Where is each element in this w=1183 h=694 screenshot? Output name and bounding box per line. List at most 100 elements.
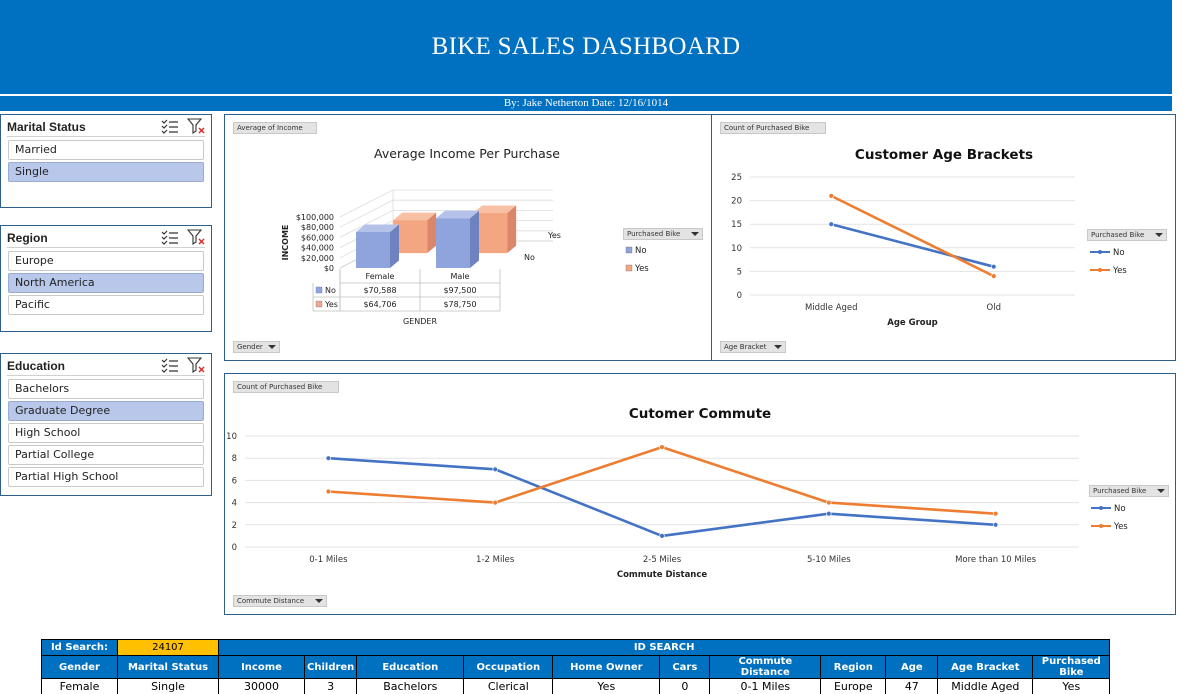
dashboard-header: BIKE SALES DASHBOARD bbox=[0, 0, 1172, 94]
legend-label-yes: Yes bbox=[1112, 266, 1127, 276]
cell-gender: Female bbox=[41, 678, 118, 694]
chart-title: Customer Age Brackets bbox=[855, 147, 1033, 163]
multi-select-icon[interactable] bbox=[161, 357, 179, 378]
x-tick-label: 0-1 Miles bbox=[309, 555, 348, 565]
y-tick-label: 20 bbox=[731, 197, 742, 207]
cell-commute-distance: 0-1 Miles bbox=[709, 678, 822, 694]
column-header-home-owner: Home Owner bbox=[552, 655, 661, 679]
column-header-income: Income bbox=[218, 655, 305, 679]
income-bar-chart: Average Income Per Purchase $0$20,000$40… bbox=[281, 146, 649, 326]
category-label: Male bbox=[451, 272, 470, 281]
y-tick-label: 2 bbox=[232, 521, 237, 531]
table-row: Female Single 30000 3 Bachelors Clerical Yes 0 0… bbox=[41, 678, 1111, 694]
clear-filter-icon[interactable] bbox=[186, 229, 205, 250]
slicer-item-graduate-degree[interactable]: Graduate Degree bbox=[8, 401, 204, 421]
column-header-age-bracket: Age Bracket bbox=[937, 655, 1034, 679]
cell-home-owner: Yes bbox=[552, 678, 661, 694]
data-label: $78,750 bbox=[443, 300, 476, 309]
x-axis-label: GENDER bbox=[403, 317, 437, 326]
byline: By: Jake Netherton Date: 12/16/1014 bbox=[0, 96, 1172, 111]
x-tick-label: 5-10 Miles bbox=[807, 555, 851, 565]
data-label: $97,500 bbox=[443, 286, 476, 295]
slicer-marital-status: Marital Status Married Single bbox=[0, 114, 212, 208]
y-tick-label: 8 bbox=[232, 454, 237, 464]
id-search-input[interactable]: 24107 bbox=[117, 639, 219, 656]
y-tick-label: 10 bbox=[731, 244, 742, 254]
cell-occupation: Clerical bbox=[463, 678, 554, 694]
slicer-item-high-school[interactable]: High School bbox=[8, 423, 204, 443]
legend-marker bbox=[1098, 268, 1102, 272]
y-tick-label: 0 bbox=[737, 291, 742, 301]
commute-chart-panel: Count of Purchased Bike Commute Distance… bbox=[224, 373, 1176, 615]
column-header-commute-distance: Commute Distance bbox=[709, 655, 822, 679]
slicer-item-europe[interactable]: Europe bbox=[8, 251, 204, 271]
slicer-item-north-america[interactable]: North America bbox=[8, 273, 204, 293]
slicer-item-partial-college[interactable]: Partial College bbox=[8, 445, 204, 465]
y-tick-label: $20,000 bbox=[301, 254, 334, 263]
dashboard-title: BIKE SALES DASHBOARD bbox=[431, 33, 741, 60]
multi-select-icon[interactable] bbox=[161, 118, 179, 139]
clear-filter-icon[interactable] bbox=[186, 118, 205, 139]
data-point bbox=[659, 533, 665, 539]
id-columns-row: Gender Marital Status Income Children Educat… bbox=[41, 655, 1111, 679]
column-header-purchased-bike: Purchased Bike bbox=[1032, 655, 1111, 679]
column-header-marital-status: Marital Status bbox=[117, 655, 219, 679]
legend-label-no: No bbox=[635, 246, 647, 256]
x-tick-label: Middle Aged bbox=[805, 303, 858, 313]
column-header-cars: Cars bbox=[659, 655, 711, 679]
bar-side bbox=[507, 205, 517, 254]
cell-cars: 0 bbox=[659, 678, 711, 694]
data-point bbox=[659, 444, 665, 450]
y-tick-label: 0 bbox=[232, 543, 237, 553]
data-point bbox=[826, 499, 832, 506]
y-tick-label: 5 bbox=[737, 267, 742, 277]
column-header-education: Education bbox=[356, 655, 465, 679]
clear-filter-icon[interactable] bbox=[186, 357, 205, 378]
data-point bbox=[828, 193, 834, 199]
legend-label-no: No bbox=[1114, 504, 1126, 514]
bar-side bbox=[390, 224, 399, 268]
column-header-gender: Gender bbox=[41, 655, 118, 679]
legend-label-yes: Yes bbox=[634, 264, 649, 274]
x-tick-label: More than 10 Miles bbox=[955, 555, 1037, 565]
slicer-items: Europe North America Pacific bbox=[1, 248, 211, 315]
legend-label-no: No bbox=[1113, 248, 1125, 258]
table-series-label: No bbox=[325, 286, 336, 295]
slicer-title: Education bbox=[7, 359, 66, 373]
slicer-education: Education Bachelors Graduate Degree High S… bbox=[0, 353, 212, 496]
chart-title: Cutomer Commute bbox=[629, 406, 771, 422]
table-legend-key bbox=[315, 300, 323, 308]
column-header-occupation: Occupation bbox=[463, 655, 554, 679]
cell-region: Europe bbox=[820, 678, 887, 694]
cell-purchased-bike: Yes bbox=[1032, 678, 1111, 694]
table-legend-key bbox=[315, 286, 323, 294]
slicer-item-bachelors[interactable]: Bachelors bbox=[8, 379, 204, 399]
slicer-header: Education bbox=[7, 354, 205, 376]
multi-select-icon[interactable] bbox=[161, 229, 179, 250]
y-tick-label: 25 bbox=[731, 173, 742, 183]
bar bbox=[356, 232, 390, 268]
slicer-item-partial-high-school[interactable]: Partial High School bbox=[8, 467, 204, 487]
legend-swatch-no bbox=[625, 246, 633, 254]
legend-marker bbox=[1099, 506, 1103, 510]
y-tick-label: 10 bbox=[226, 432, 237, 442]
data-point bbox=[992, 511, 999, 517]
chart-title: Average Income Per Purchase bbox=[374, 146, 560, 161]
cell-age: 47 bbox=[885, 678, 939, 694]
legend-marker bbox=[1098, 250, 1102, 254]
slicer-title: Region bbox=[7, 231, 48, 245]
column-header-children: Children bbox=[303, 655, 358, 679]
cell-income: 30000 bbox=[218, 678, 305, 694]
data-point bbox=[828, 221, 834, 227]
id-search-banner: ID SEARCH bbox=[217, 639, 1111, 656]
slicer-item-single[interactable]: Single bbox=[8, 162, 204, 182]
bar bbox=[436, 218, 470, 268]
category-label: Female bbox=[366, 272, 395, 281]
slicer-item-married[interactable]: Married bbox=[8, 140, 204, 160]
slicer-item-pacific[interactable]: Pacific bbox=[8, 295, 204, 315]
data-label: $70,588 bbox=[363, 286, 396, 295]
slicer-header: Marital Status bbox=[7, 115, 205, 137]
slicer-items: Married Single bbox=[1, 137, 211, 182]
depth-label: No bbox=[524, 253, 535, 262]
data-point bbox=[991, 273, 997, 279]
